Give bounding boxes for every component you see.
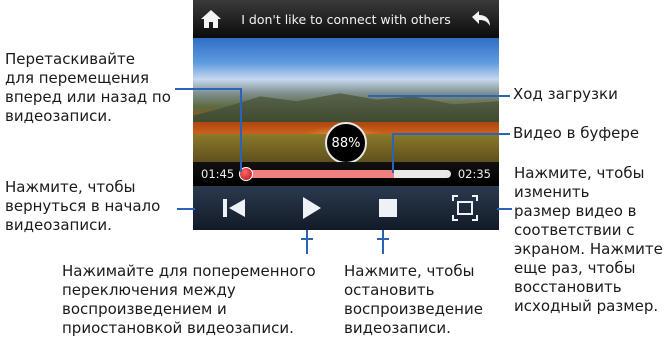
- fit-screen-icon[interactable]: [450, 193, 480, 223]
- leader-play-pause-tip: [301, 238, 313, 240]
- callout-rewind: Нажмите, чтобы вернуться в начало видеоз…: [5, 178, 161, 234]
- skip-to-start-icon[interactable]: [219, 193, 249, 223]
- time-elapsed: 01:45: [201, 167, 235, 181]
- time-total: 02:35: [457, 167, 491, 181]
- callout-download-progress: Ход загрузки: [513, 85, 618, 103]
- video-player-screen: I don't like to connect with others 88% …: [193, 0, 499, 230]
- leader-resize: [497, 208, 512, 210]
- callout-resize: Нажмите, чтобы изменить размер видео в с…: [514, 164, 663, 315]
- callout-stop: Нажмите, чтобы остановить воспроизведени…: [344, 262, 483, 337]
- leader-stop-tip: [377, 238, 389, 240]
- back-arrow-icon[interactable]: [470, 10, 492, 28]
- callout-play-pause: Нажимайте для попеременного переключения…: [62, 262, 316, 337]
- home-icon[interactable]: [200, 9, 222, 29]
- leader-rewind: [177, 208, 195, 210]
- stop-icon[interactable]: [373, 193, 403, 223]
- video-frame[interactable]: 88%: [193, 38, 499, 176]
- seek-track[interactable]: [241, 170, 451, 178]
- video-title: I don't like to connect with others: [241, 11, 451, 27]
- leader-drag-vertical: [240, 88, 242, 172]
- leader-buffered: [393, 133, 510, 135]
- title-bar: I don't like to connect with others: [193, 0, 499, 38]
- control-bar: [193, 186, 499, 230]
- callout-drag: Перетаскивайте для перемещения вперед ил…: [5, 50, 171, 125]
- play-icon[interactable]: [296, 193, 326, 223]
- leader-drag: [175, 88, 241, 90]
- leader-stop: [382, 230, 384, 254]
- leader-play-pause: [306, 230, 308, 254]
- buffer-fill: [241, 170, 395, 178]
- leader-download-progress: [368, 95, 510, 97]
- leader-buffered-vertical: [392, 133, 394, 173]
- download-progress-badge: 88%: [325, 122, 367, 164]
- seek-bar[interactable]: 01:45 02:35: [193, 162, 499, 186]
- callout-buffered: Видео в буфере: [513, 124, 640, 142]
